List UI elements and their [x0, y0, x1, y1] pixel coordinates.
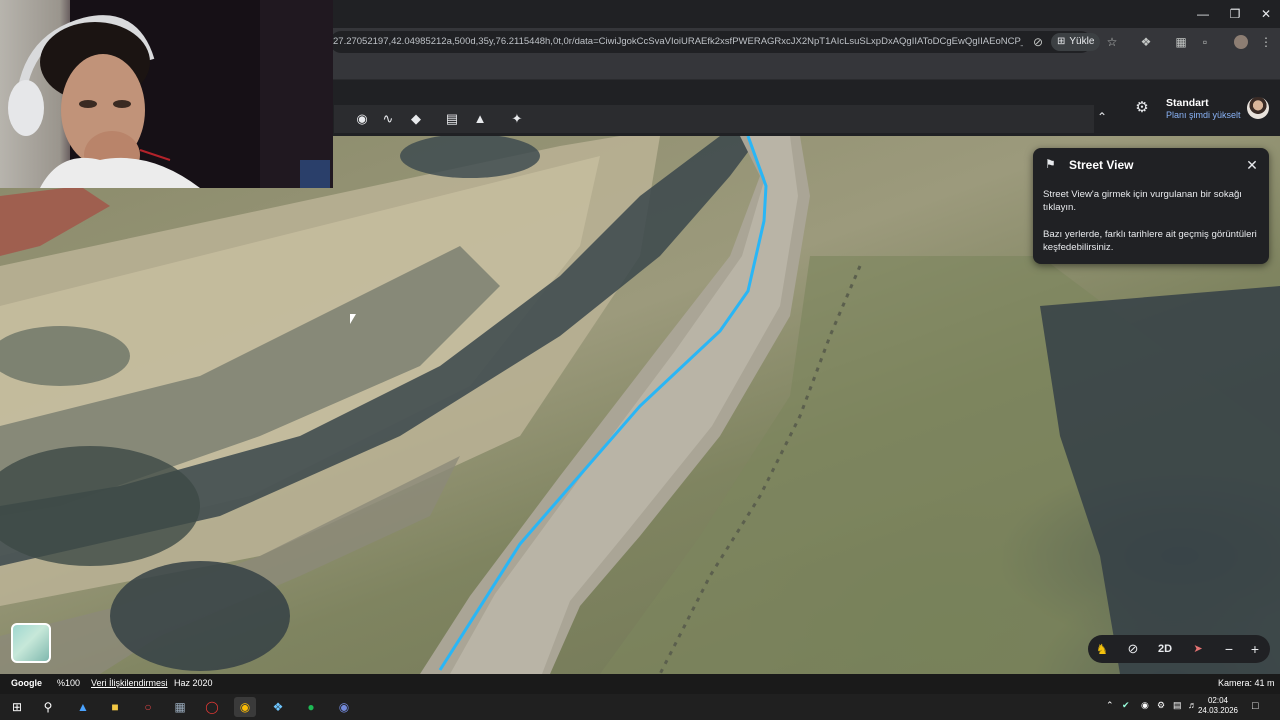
zoom-in-button[interactable]: +: [1246, 640, 1264, 658]
map-style-thumbnail[interactable]: [11, 623, 51, 663]
compass-icon[interactable]: ➤: [1188, 640, 1208, 658]
street-view-history-note: Bazı yerlerde, farklı tarihlere ait geçm…: [1043, 229, 1257, 253]
windows-start-icon[interactable]: ⊞: [6, 697, 28, 717]
opera-icon[interactable]: ◯: [201, 697, 223, 717]
minimize-window-button[interactable]: —: [1188, 4, 1218, 24]
discord-icon[interactable]: ◉: [333, 697, 355, 717]
address-bar-url[interactable]: 27.27052197,42.04985212a,500d,35y,76.211…: [333, 36, 1023, 50]
tray-app-icon[interactable]: ⚙: [1157, 700, 1165, 711]
taskbar-clock-date[interactable]: 24.03.2026: [1194, 706, 1242, 715]
data-attribution-link[interactable]: Veri İlişkilendirmesi: [91, 678, 168, 688]
tray-app-icon[interactable]: ◉: [1141, 700, 1149, 711]
star-icon[interactable]: ☆: [1104, 34, 1120, 50]
close-icon[interactable]: ✕: [1244, 157, 1260, 173]
ruler-icon[interactable]: ▤: [443, 110, 461, 128]
map-controls: [1088, 635, 1270, 663]
tray-overflow-icon[interactable]: ⌃: [1106, 700, 1114, 711]
chrome-icon[interactable]: ◉: [234, 697, 256, 717]
mode-2d-button[interactable]: 2D: [1155, 640, 1175, 658]
store-icon[interactable]: ▲: [72, 697, 94, 717]
elevation-icon[interactable]: ▲: [471, 110, 489, 128]
taskbar-clock-time[interactable]: 02:04: [1202, 696, 1234, 705]
restore-window-button[interactable]: ❐: [1220, 4, 1250, 24]
install-icon: ⊞: [1057, 36, 1066, 47]
plan-name: Standart: [1166, 97, 1209, 109]
windows-taskbar: [0, 694, 1280, 720]
calculator-icon[interactable]: ▦: [169, 697, 191, 717]
notifications-icon[interactable]: □: [1252, 700, 1259, 712]
zoom-level: %100: [57, 678, 81, 688]
search-icon[interactable]: ⚲: [37, 697, 59, 717]
spotify-icon[interactable]: ●: [300, 697, 322, 717]
install-app-button[interactable]: ⊞ Yükle: [1051, 33, 1101, 51]
gear-icon[interactable]: ⚙: [1133, 99, 1151, 117]
street-view-icon: ⚑: [1045, 157, 1056, 171]
install-label: Yükle: [1069, 36, 1095, 47]
imagery-date: Haz 2020: [174, 678, 213, 688]
layers-icon[interactable]: ◆: [407, 110, 425, 128]
camera-altitude: Kamera: 41 m: [1218, 678, 1275, 688]
plan-upgrade-link[interactable]: Planı şimdi yükselt: [1166, 110, 1241, 120]
street-view-instruction: Street View'a girmek için vurgulanan bir…: [1043, 189, 1242, 213]
file-explorer-icon[interactable]: ■: [104, 697, 126, 717]
zoom-out-button[interactable]: −: [1220, 640, 1238, 658]
path-icon[interactable]: ∿: [379, 110, 397, 128]
app-icon[interactable]: ○: [137, 697, 159, 717]
satellite-icon[interactable]: ✦: [508, 110, 526, 128]
extensions-icon[interactable]: ❖: [1138, 34, 1154, 50]
profile-icon[interactable]: [1234, 35, 1248, 49]
street-view-title: Street View: [1069, 158, 1134, 172]
mouse-cursor: [350, 314, 356, 324]
bookmark-manager-icon[interactable]: ▦: [1173, 34, 1189, 50]
tray-app-icon[interactable]: ✔: [1122, 700, 1130, 711]
network-icon[interactable]: ▤: [1173, 700, 1182, 711]
close-window-button[interactable]: ✕: [1251, 4, 1280, 24]
collapse-chevron-icon[interactable]: ⌃: [1092, 110, 1112, 128]
webcam-overlay: [0, 0, 333, 188]
avatar[interactable]: [1247, 97, 1269, 119]
pegman-icon[interactable]: ♞: [1094, 640, 1110, 658]
compass-off-icon[interactable]: ⊘: [1124, 640, 1142, 658]
webcam-person-image: [8, 0, 333, 188]
place-marker-icon[interactable]: ◉: [353, 110, 371, 128]
google-logo: Google: [11, 678, 42, 688]
more-icon[interactable]: ⋮: [1258, 34, 1274, 50]
delete-icon[interactable]: ▫: [1197, 34, 1213, 50]
eye-off-icon[interactable]: ⊘: [1030, 34, 1046, 50]
earth-app-icon[interactable]: ❖: [267, 697, 289, 717]
